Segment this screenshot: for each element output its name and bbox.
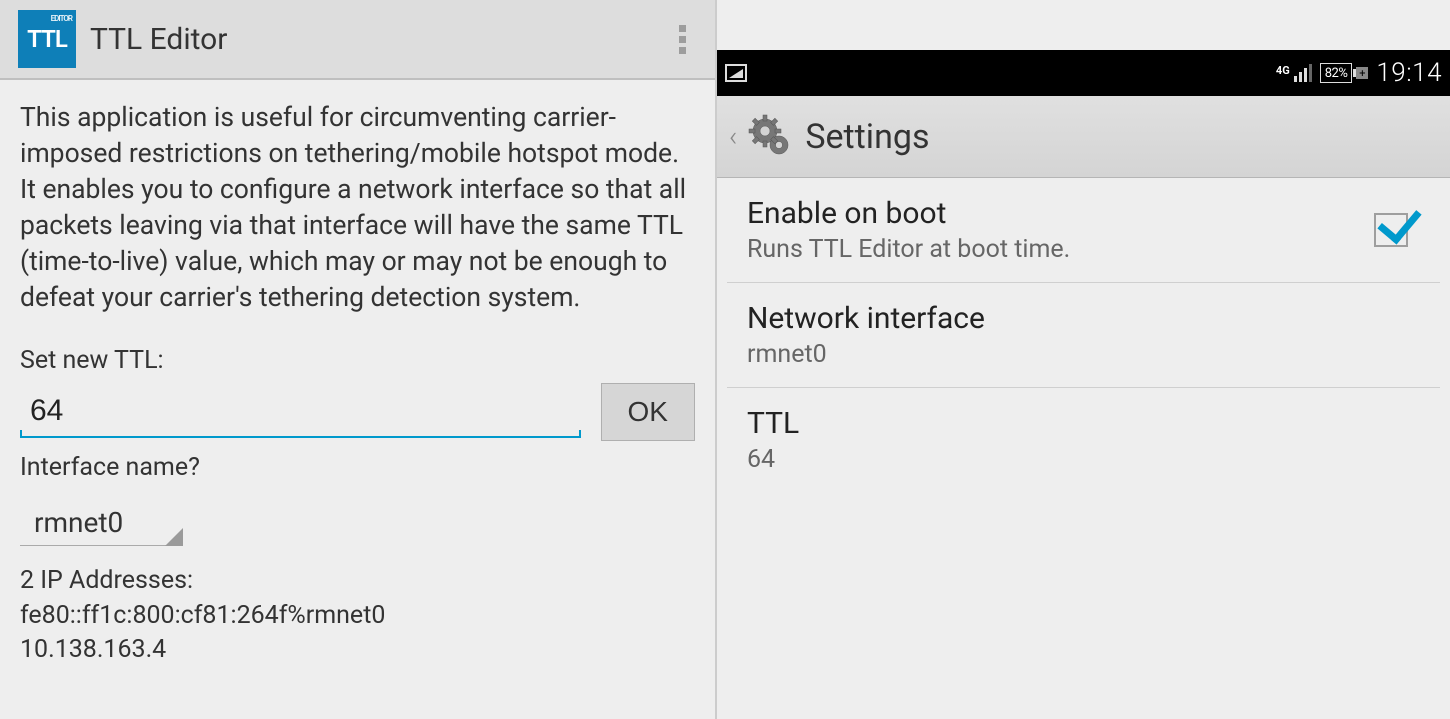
overflow-dot-icon: [679, 36, 686, 43]
ip-count: 2 IP Addresses:: [20, 564, 695, 599]
battery-plus-icon: +: [1356, 67, 1368, 79]
clock: 19:14: [1376, 58, 1442, 88]
ttl-input[interactable]: [20, 386, 581, 436]
interface-spinner[interactable]: rmnet0: [20, 498, 183, 546]
app-logo-icon: TTL EDITOR: [18, 10, 76, 68]
settings-screen: 4G 82% + 19:14 ‹: [717, 0, 1450, 719]
network-type-icon: 4G: [1276, 64, 1290, 77]
settings-header[interactable]: ‹: [717, 96, 1450, 178]
pref-summary: rmnet0: [747, 340, 1420, 369]
app-title: TTL Editor: [90, 22, 227, 57]
pref-enable-on-boot[interactable]: Enable on boot Runs TTL Editor at boot t…: [727, 178, 1440, 283]
ttl-input-wrapper: [20, 386, 581, 438]
pref-title: Enable on boot: [747, 196, 1374, 231]
logo-main-text: TTL: [27, 27, 67, 51]
battery-percent: 82%: [1325, 66, 1348, 81]
pref-ttl[interactable]: TTL 64: [727, 388, 1440, 492]
status-bar-left: [725, 64, 747, 82]
actionbar: TTL EDITOR TTL Editor: [0, 0, 715, 80]
input-underline: [20, 436, 581, 438]
logo-sub-text: EDITOR: [51, 14, 72, 23]
pref-summary: 64: [747, 445, 1420, 474]
back-chevron-icon: ‹: [729, 120, 737, 153]
boot-checkbox[interactable]: [1374, 213, 1408, 247]
status-bar-right: 4G 82% + 19:14: [1276, 58, 1442, 88]
overflow-menu-button[interactable]: [667, 25, 697, 54]
overflow-dot-icon: [679, 47, 686, 54]
interface-label: Interface name?: [20, 453, 695, 482]
ok-button[interactable]: OK: [601, 383, 695, 441]
overflow-dot-icon: [679, 25, 686, 32]
settings-title: Settings: [805, 117, 929, 157]
pref-network-interface[interactable]: Network interface rmnet0: [727, 283, 1440, 388]
status-bar: 4G 82% + 19:14: [717, 50, 1450, 96]
signal-icon: [1294, 64, 1312, 82]
app-main-screen: TTL EDITOR TTL Editor This application i…: [0, 0, 717, 719]
picture-notification-icon: [725, 64, 747, 82]
ttl-input-row: OK: [20, 383, 695, 441]
interface-value: rmnet0: [20, 498, 183, 546]
pref-title: TTL: [747, 406, 1420, 441]
ip-address-1: fe80::ff1c:800:cf81:264f%rmnet0: [20, 599, 695, 634]
pref-title: Network interface: [747, 301, 1420, 336]
main-content: This application is useful for circumven…: [0, 80, 715, 678]
battery-icon: 82%: [1320, 63, 1353, 83]
ip-address-2: 10.138.163.4: [20, 633, 695, 668]
ttl-label: Set new TTL:: [20, 346, 695, 375]
app-description: This application is useful for circumven…: [20, 100, 695, 316]
settings-gears-icon: [747, 113, 795, 161]
ip-info: 2 IP Addresses: fe80::ff1c:800:cf81:264f…: [20, 564, 695, 668]
top-spacer: [717, 0, 1450, 50]
pref-summary: Runs TTL Editor at boot time.: [747, 235, 1374, 264]
settings-list: Enable on boot Runs TTL Editor at boot t…: [717, 178, 1450, 492]
spinner-triangle-icon: [165, 528, 183, 546]
